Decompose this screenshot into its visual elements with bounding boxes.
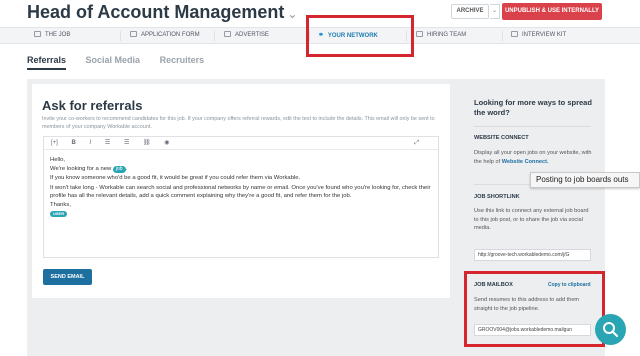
editor-toolbar: [+] B I ☰ ☰ ⛓ ◉ ⤢ xyxy=(44,137,438,150)
email-closing: Thanks, xyxy=(50,202,71,209)
shortlink-field[interactable]: http://groove-tech.workabledemo.com/j/G xyxy=(474,249,591,261)
subtab-recruiters[interactable]: Recruiters xyxy=(160,55,205,65)
subtabs: Referrals Social Media Recruiters xyxy=(27,55,221,71)
expand-icon[interactable]: ⤢ xyxy=(414,137,419,150)
tab-hiring-team[interactable]: HIRING TEAM xyxy=(416,28,466,43)
website-connect-link[interactable]: Website Connect. xyxy=(502,159,549,165)
job-shortlink-label: JOB SHORTLINK xyxy=(474,194,520,200)
send-email-button[interactable]: SEND EMAIL xyxy=(43,269,92,285)
tab-advertise[interactable]: ADVERTISE xyxy=(224,28,269,43)
referrals-heading: Ask for referrals xyxy=(42,98,143,113)
tab-interview-kit[interactable]: INTERVIEW KIT xyxy=(511,28,566,43)
unpublish-button[interactable]: UNPUBLISH & USE INTERNALLY xyxy=(502,3,602,20)
edit-icon xyxy=(130,31,137,37)
search-fab-button[interactable] xyxy=(595,314,626,345)
subtab-social-media[interactable]: Social Media xyxy=(86,55,141,65)
user-placeholder-tag[interactable]: USER xyxy=(50,211,68,218)
tab-label: ADVERTISE xyxy=(235,32,269,38)
archive-button[interactable]: ARCHIVE xyxy=(451,4,489,19)
document-icon xyxy=(511,31,518,37)
highlight-box-job-mailbox xyxy=(464,271,605,347)
preview-icon[interactable]: ◉ xyxy=(164,140,169,146)
referrals-description: Invite your co-workers to recommend cand… xyxy=(42,116,435,130)
archive-dropdown-chevron-icon[interactable]: ⌄ xyxy=(490,4,500,19)
tab-label: THE JOB xyxy=(45,32,71,38)
email-greeting: Hello, xyxy=(50,157,66,163)
email-line3: It won't take long - Workable can search… xyxy=(50,184,431,199)
job-shortlink-text: Use this link to connect any external jo… xyxy=(474,208,589,231)
tab-label: HIRING TEAM xyxy=(427,32,467,38)
job-title: Head of Account Management xyxy=(27,2,285,22)
tab-application-form[interactable]: APPLICATION FORM xyxy=(130,28,200,43)
chevron-down-icon[interactable]: ⌄ xyxy=(287,7,297,21)
team-icon xyxy=(416,31,423,37)
email-line1: We're looking for a new job. xyxy=(50,166,128,174)
insert-placeholder-icon[interactable]: [+] xyxy=(51,140,58,146)
email-body[interactable]: Hello, We're looking for a new job. If y… xyxy=(44,150,438,225)
briefcase-icon xyxy=(34,31,41,37)
highlight-box-network-tab xyxy=(306,15,414,57)
italic-icon[interactable]: I xyxy=(90,140,92,146)
bullet-list-icon[interactable]: ☰ xyxy=(105,140,110,146)
bold-icon[interactable]: B xyxy=(72,140,76,146)
link-icon[interactable]: ⛓ xyxy=(143,140,151,146)
side-heading: Looking for more ways to spread the word… xyxy=(474,98,592,117)
job-placeholder-tag[interactable]: job xyxy=(112,166,126,174)
megaphone-icon xyxy=(224,31,231,37)
referrals-card: Ask for referrals Invite your co-workers… xyxy=(32,84,450,298)
tab-label: APPLICATION FORM xyxy=(141,32,200,38)
numbered-list-icon[interactable]: ☰ xyxy=(124,140,129,146)
tab-label: INTERVIEW KIT xyxy=(522,32,567,38)
email-line2: If you know someone who'd be a good fit,… xyxy=(50,175,301,182)
website-connect-label: WEBSITE CONNECT xyxy=(474,135,529,141)
tab-the-job[interactable]: THE JOB xyxy=(34,28,70,43)
tooltip: Posting to job boards outs xyxy=(530,172,640,188)
page-title[interactable]: Head of Account Management ⌄ xyxy=(27,2,297,23)
subtab-referrals[interactable]: Referrals xyxy=(27,55,67,70)
search-icon xyxy=(603,322,618,337)
website-connect-text: Display all your open jobs on your websi… xyxy=(474,150,592,165)
email-editor[interactable]: [+] B I ☰ ☰ ⛓ ◉ ⤢ Hello, We're looking f… xyxy=(43,136,439,258)
